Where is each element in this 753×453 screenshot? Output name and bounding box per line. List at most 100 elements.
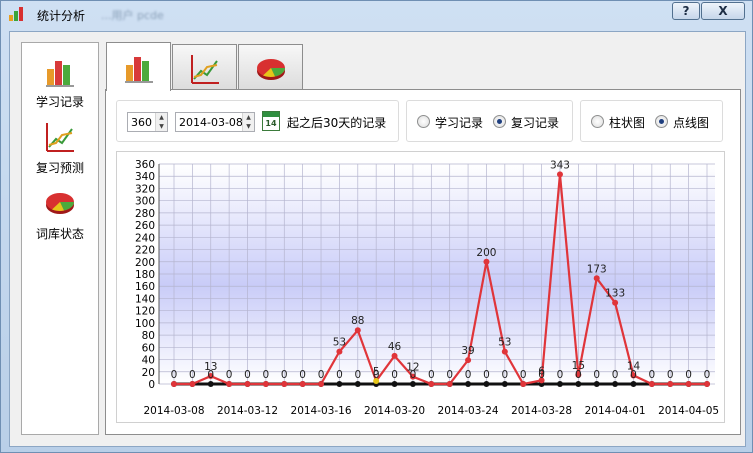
y-tick-label: 320 [135,183,155,195]
date-range-group: 360 ▲ ▼ 2014-03-08 ▲ ▼ 14 起之后30天的记录 [116,100,399,142]
data-label: 0 [299,369,306,381]
data-point [483,258,490,265]
baseline-point [391,381,398,387]
days-value: 360 [131,116,152,129]
sidebar-item-study-records[interactable]: 学习记录 [22,55,98,110]
x-tick-label: 2014-03-28 [511,405,572,417]
data-label: 343 [550,159,570,171]
tab-panel: 360 ▲ ▼ 2014-03-08 ▲ ▼ 14 起之后30天的记录 学习记录… [105,89,741,435]
data-point [612,299,619,306]
data-point [648,381,655,387]
data-label: 0 [226,369,233,381]
review-records-radio[interactable] [493,115,506,128]
data-label: 0 [189,369,196,381]
tab-line-chart[interactable] [172,44,237,90]
data-label: 0 [649,369,656,381]
review-records-label[interactable]: 复习记录 [511,114,559,131]
range-label: 起之后30天的记录 [287,116,387,130]
days-spinbox[interactable]: 360 ▲ ▼ [127,112,168,132]
y-tick-label: 40 [142,355,155,367]
spin-arrows[interactable]: ▲ ▼ [155,113,167,131]
data-point [556,171,563,178]
data-point [428,381,435,387]
line-chart-icon [44,121,76,153]
y-tick-label: 20 [142,367,155,379]
data-point [336,348,343,355]
x-tick-label: 2014-03-08 [143,405,204,417]
data-point [593,275,600,282]
data-label: 200 [476,247,496,259]
spin-down-icon[interactable]: ▼ [243,122,254,131]
tab-bar-chart[interactable] [106,42,171,91]
baseline-point [465,381,472,387]
study-records-label[interactable]: 学习记录 [435,114,483,131]
tab-pie-chart[interactable] [238,44,303,90]
data-label: 0 [667,369,674,381]
pie-chart-icon [255,53,287,85]
bar-chart-radio[interactable] [591,115,604,128]
y-tick-label: 200 [135,257,155,269]
baseline-data-label: 0 [538,369,545,381]
spin-down-icon[interactable]: ▼ [156,122,167,131]
line-chart-radio[interactable] [655,115,668,128]
data-label: 0 [685,369,692,381]
data-label: 0 [263,369,270,381]
data-point [171,381,177,387]
bar-chart-icon [44,55,76,87]
start-date-picker[interactable]: 2014-03-08 ▲ ▼ [175,112,255,132]
baseline-data-label: 0 [612,369,619,381]
baseline-data-label: 0 [373,369,380,381]
data-point [704,381,710,387]
data-point [465,357,472,364]
title-bar[interactable]: 统计分析 ...用户 pcde ? X [1,1,752,27]
y-tick-label: 340 [135,171,155,183]
baseline-data-label: 0 [557,369,564,381]
data-point [501,348,508,355]
date-spin-arrows[interactable]: ▲ ▼ [242,113,254,131]
data-label: 0 [244,369,251,381]
y-tick-label: 260 [135,220,155,232]
window: 统计分析 ...用户 pcde ? X 学习记录 复习预测 词库状态 360 ▲… [0,0,753,453]
study-records-radio[interactable] [417,115,430,128]
data-point [262,381,269,387]
baseline-data-label: 0 [465,369,472,381]
window-subtitle-blurred: ...用户 pcde [101,9,164,22]
data-point [685,381,692,387]
y-tick-label: 360 [135,159,155,171]
help-button[interactable]: ? [672,2,700,20]
data-point [520,381,527,387]
sidebar-item-vocabulary-status[interactable]: 词库状态 [22,187,98,242]
window-title: 统计分析 [37,9,86,23]
baseline-point [483,381,490,387]
sidebar-item-review-forecast[interactable]: 复习预测 [22,121,98,176]
bar-chart-label[interactable]: 柱状图 [609,114,645,131]
spin-up-icon[interactable]: ▲ [243,113,254,122]
data-point [281,381,288,387]
y-tick-label: 300 [135,196,155,208]
baseline-point [501,381,508,387]
data-point [354,327,361,334]
baseline-data-label: 0 [630,369,637,381]
baseline-data-label: 0 [336,369,343,381]
baseline-data-label: 0 [391,369,398,381]
y-tick-label: 60 [142,342,155,354]
chart-type-group: 柱状图 点线图 [580,100,723,142]
data-point [318,381,325,387]
spin-up-icon[interactable]: ▲ [156,113,167,122]
y-tick-label: 220 [135,245,155,257]
close-button[interactable]: X [701,2,745,20]
calendar-icon[interactable]: 14 [262,111,280,131]
data-label: 0 [446,369,453,381]
x-tick-label: 2014-03-12 [217,405,278,417]
line-chart-label[interactable]: 点线图 [673,114,709,131]
y-tick-label: 80 [142,330,155,342]
data-label: 0 [428,369,435,381]
y-tick-label: 100 [135,318,155,330]
sidebar-item-label: 复习预测 [35,161,84,175]
y-tick-label: 280 [135,208,155,220]
start-date-value: 2014-03-08 [179,116,243,129]
baseline-data-label: 0 [593,369,600,381]
data-label: 0 [520,369,527,381]
bar-chart-icon [123,51,155,83]
data-point [391,352,398,359]
